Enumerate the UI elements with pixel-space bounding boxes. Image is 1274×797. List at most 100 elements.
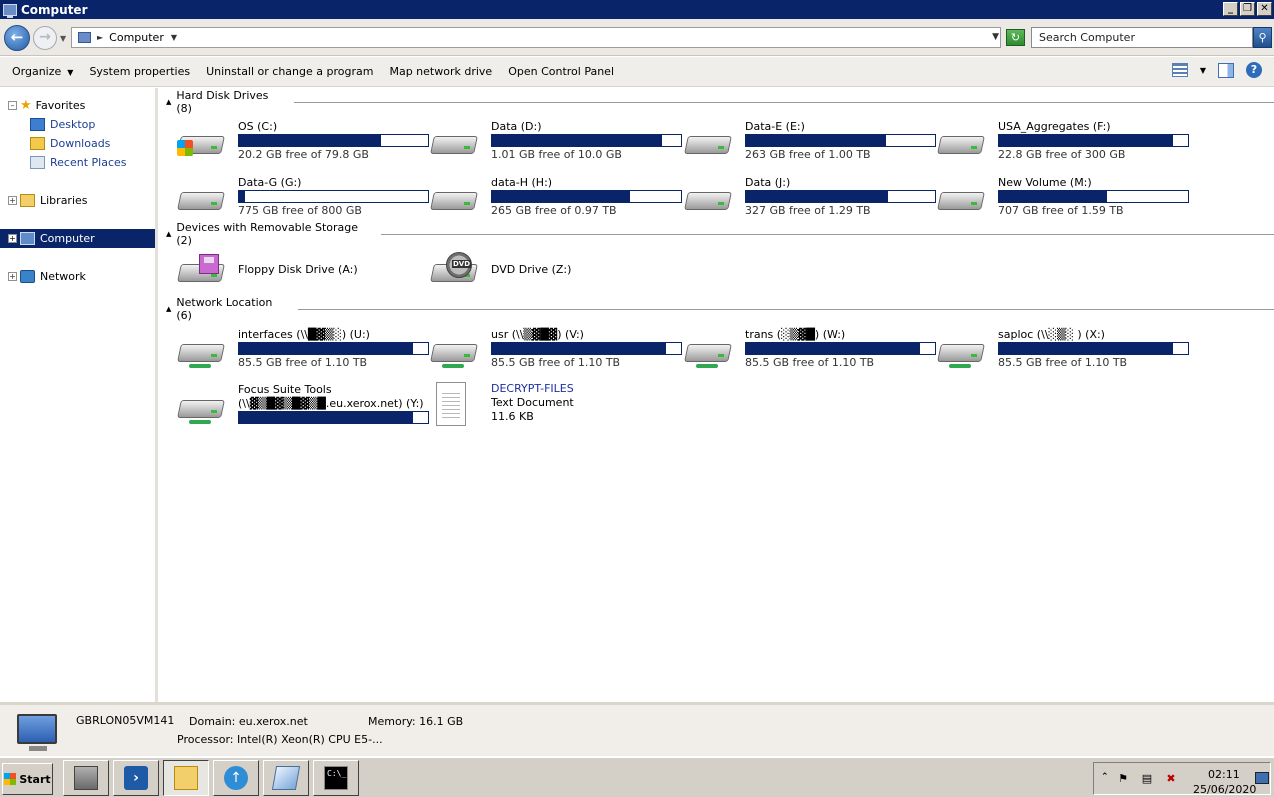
system-properties-button[interactable]: System properties [81, 65, 198, 78]
sidebar-item-network[interactable]: + Network [0, 267, 86, 286]
group-divider [298, 308, 1274, 310]
search-input[interactable]: Search Computer [1031, 27, 1253, 48]
file-tile-decrypt-files[interactable]: DECRYPT-FILES Text Document 11.6 KB [424, 382, 674, 432]
view-options-dropdown[interactable]: ▼ [1200, 66, 1206, 75]
search-icon[interactable]: ⚲ [1253, 27, 1272, 48]
restore-button[interactable]: ❐ [1240, 2, 1255, 16]
drive-tile[interactable]: Data (J:) 327 GB free of 1.29 TB [678, 174, 936, 224]
sidebar-item-favorites[interactable]: – ★ Favorites [0, 96, 85, 115]
clock-time[interactable]: 02:11 [1208, 768, 1240, 781]
powershell-icon: › [124, 766, 148, 790]
map-network-drive-button[interactable]: Map network drive [381, 65, 500, 78]
taskbar-explorer[interactable] [163, 760, 209, 796]
sidebar-item-computer[interactable]: + Computer [0, 229, 155, 248]
start-label: Start [19, 772, 51, 786]
network-drive-icon [684, 334, 732, 368]
taskbar-powershell[interactable]: › [113, 760, 159, 796]
domain-info: Domain: eu.xerox.net [189, 715, 308, 728]
taskbar-notepad[interactable] [263, 760, 309, 796]
volume-muted-icon[interactable]: ✖ [1164, 772, 1178, 786]
group-divider [294, 101, 1274, 103]
network-drive-tile[interactable]: interfaces (\\█▓▒░) (U:) 85.5 GB free of … [171, 326, 429, 376]
drive-path: (\\▓▒█▓▒█▓▒█.eu.xerox.net) (Y:) [238, 397, 424, 410]
network-drive-tile[interactable]: usr (\\▒▓█▓) (V:) 85.5 GB free of 1.10 TB [424, 326, 682, 376]
desktop-icon [30, 118, 45, 131]
drive-tile-dvd[interactable]: DVD DVD Drive (Z:) [424, 246, 674, 296]
forward-button[interactable]: → [33, 26, 57, 50]
breadcrumb-chevron-icon[interactable]: ▼ [171, 33, 177, 42]
drive-tile[interactable]: USA_Aggregates (F:) 22.8 GB free of 300 G… [931, 118, 1189, 168]
network-drive-tile[interactable]: saploc (\\░▒░ ) (X:) 85.5 GB free of 1.10… [931, 326, 1189, 376]
breadcrumb-computer[interactable]: Computer [109, 31, 164, 44]
drive-tile[interactable]: Data-G (G:) 775 GB free of 800 GB [171, 174, 429, 224]
sidebar-item-libraries[interactable]: + Libraries [0, 191, 88, 210]
expand-icon[interactable]: + [8, 234, 17, 243]
drive-usage-fill [999, 343, 1173, 354]
hard-drive-icon [430, 182, 478, 216]
taskbar: Start › ↑ C:\_ ⌃ ⚑ ▤ ✖ 02:11 25/06/2020 [0, 757, 1274, 797]
drive-free-space: 85.5 GB free of 1.10 TB [238, 356, 368, 369]
drive-name: Data-G (G:) [238, 176, 302, 189]
show-hidden-icons-button[interactable]: ⌃ [1101, 772, 1109, 782]
organize-menu[interactable]: Organize ▼ [0, 65, 81, 78]
drive-usage-bar [745, 134, 936, 147]
drive-usage-bar [238, 190, 429, 203]
recent-pages-dropdown[interactable]: ▼ [60, 34, 66, 43]
network-drive-tile[interactable]: trans (░▒▓█) (W:) 85.5 GB free of 1.10 TB [678, 326, 936, 376]
drive-tile[interactable]: Data-E (E:) 263 GB free of 1.00 TB [678, 118, 936, 168]
help-icon[interactable]: ? [1246, 62, 1262, 78]
collapse-group-icon[interactable]: ▲ [166, 230, 171, 238]
window-title-bar[interactable]: Computer _ ❐ ✕ [0, 0, 1274, 19]
drive-usage-fill [999, 135, 1173, 146]
collapse-icon[interactable]: – [8, 101, 17, 110]
sidebar-item-recent-places[interactable]: Recent Places [0, 153, 127, 172]
drive-tile-floppy[interactable]: Floppy Disk Drive (A:) [171, 246, 421, 296]
collapse-group-icon[interactable]: ▲ [166, 305, 171, 313]
back-button[interactable]: ← [4, 25, 30, 51]
group-header-hard-disks[interactable]: ▲ Hard Disk Drives (8) [166, 89, 1274, 115]
drive-name: Focus Suite Tools [238, 383, 332, 396]
open-control-panel-button[interactable]: Open Control Panel [500, 65, 622, 78]
clock-date[interactable]: 25/06/2020 [1193, 783, 1256, 796]
address-bar[interactable]: ► Computer ▼ [71, 27, 1001, 48]
taskbar-server-manager[interactable] [63, 760, 109, 796]
preview-pane-icon[interactable] [1218, 62, 1234, 78]
expand-icon[interactable]: + [8, 196, 17, 205]
breadcrumb-chevron-icon[interactable]: ► [97, 33, 103, 42]
downloads-icon [30, 137, 45, 150]
network-drive-tile-y[interactable]: Focus Suite Tools (\\▓▒█▓▒█▓▒█.eu.xerox.… [171, 382, 429, 430]
address-history-dropdown[interactable]: ▼ [992, 32, 999, 42]
drive-tile[interactable]: data-H (H:) 265 GB free of 0.97 TB [424, 174, 682, 224]
drive-tile[interactable]: Data (D:) 1.01 GB free of 10.0 GB [424, 118, 682, 168]
drive-free-space: 85.5 GB free of 1.10 TB [491, 356, 621, 369]
taskbar-command-prompt[interactable]: C:\_ [313, 760, 359, 796]
dvd-icon: DVD [430, 252, 478, 288]
command-bar: Organize ▼ System properties Uninstall or… [0, 57, 1274, 87]
change-view-icon[interactable] [1171, 63, 1188, 77]
refresh-button[interactable]: ↻ [1006, 29, 1025, 46]
close-button[interactable]: ✕ [1257, 2, 1272, 16]
sidebar-item-label: Network [40, 270, 86, 283]
taskbar-cloud-app[interactable]: ↑ [213, 760, 259, 796]
sidebar-item-desktop[interactable]: Desktop [0, 115, 95, 134]
network-status-icon[interactable]: ▤ [1140, 772, 1154, 786]
drive-name: data-H (H:) [491, 176, 553, 189]
group-header-network[interactable]: ▲ Network Location (6) [166, 296, 1274, 322]
navigation-pane: – ★ Favorites Desktop Downloads Recent P… [0, 88, 158, 702]
cloud-upload-icon: ↑ [224, 766, 248, 790]
show-desktop-icon[interactable] [1255, 772, 1269, 784]
drive-usage-fill [239, 191, 245, 202]
collapse-group-icon[interactable]: ▲ [166, 98, 171, 106]
minimize-button[interactable]: _ [1223, 2, 1238, 16]
expand-icon[interactable]: + [8, 272, 17, 281]
sidebar-item-downloads[interactable]: Downloads [0, 134, 110, 153]
drive-usage-bar [491, 190, 682, 203]
folder-icon [174, 766, 198, 790]
action-center-flag-icon[interactable]: ⚑ [1116, 772, 1130, 786]
command-prompt-icon: C:\_ [324, 766, 348, 790]
drive-tile[interactable]: OS (C:) 20.2 GB free of 79.8 GB [171, 118, 429, 168]
drive-tile[interactable]: New Volume (M:) 707 GB free of 1.59 TB [931, 174, 1189, 224]
uninstall-program-button[interactable]: Uninstall or change a program [198, 65, 381, 78]
group-header-removable[interactable]: ▲ Devices with Removable Storage (2) [166, 221, 1274, 247]
start-button[interactable]: Start [2, 763, 53, 795]
